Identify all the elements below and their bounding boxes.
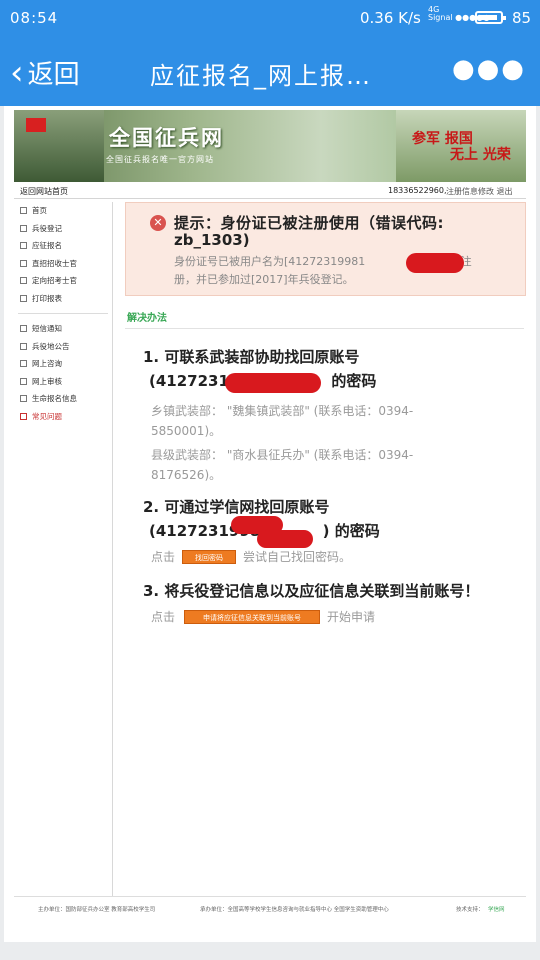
battery-percent: 85 xyxy=(512,9,532,27)
step-3-hint: 开始申请 xyxy=(327,610,376,624)
sidebar-item-consult[interactable]: 网上咨询 xyxy=(14,355,112,373)
solution-heading: 解决办法 xyxy=(125,308,524,329)
form-icon xyxy=(20,259,27,267)
step-2-title: 2. 可通过学信网找回原账号 xyxy=(143,498,330,516)
chevron-left-icon: ‹ xyxy=(10,52,24,93)
battery-icon xyxy=(475,11,506,24)
home-icon xyxy=(20,207,27,215)
form-icon xyxy=(20,277,27,285)
alert-error-code: zb_1303) xyxy=(174,231,250,249)
banner-slogan-glory: 无上 光荣 xyxy=(450,147,511,163)
footer-support-label: 技术支持： xyxy=(456,907,484,913)
site-top-nav: 返回网站首页 18336522960, 注册信息修改 退出 xyxy=(14,182,526,199)
notice-icon xyxy=(20,342,27,350)
form-icon xyxy=(20,224,27,232)
error-alert: ✕ 提示：身份证已被注册使用（错误代码: zb_1303) 身份证号已被用户名为… xyxy=(125,202,526,296)
site-logo: 全国征兵网 xyxy=(109,126,224,150)
form-icon xyxy=(20,242,27,250)
back-button[interactable]: ‹ 返回 xyxy=(10,54,80,91)
sidebar-item-direct-nco[interactable]: 直招招收士官 xyxy=(14,255,112,273)
chat-icon xyxy=(20,360,27,368)
mail-icon xyxy=(20,377,27,385)
step-1-county-phone: 8176526)。 xyxy=(151,468,222,482)
home-link[interactable]: 返回网站首页 xyxy=(20,186,68,197)
sidebar-divider xyxy=(18,313,108,314)
redaction-mark xyxy=(225,373,321,393)
info-icon xyxy=(20,395,27,403)
sidebar-item-registration[interactable]: 兵役登记 xyxy=(14,220,112,238)
account-links[interactable]: 注册信息修改 退出 xyxy=(446,186,513,197)
question-icon xyxy=(20,412,27,420)
link-account-button[interactable]: 申请将应征信息关联到当前账号 xyxy=(184,610,320,624)
error-icon: ✕ xyxy=(150,215,166,231)
net-speed: 0.36 K/s xyxy=(360,9,421,27)
step-3-title: 3. 将兵役登记信息以及应征信息关联到当前账号！ xyxy=(143,582,480,600)
sidebar-item-sms[interactable]: 短信通知 xyxy=(14,320,112,338)
more-dots-icon[interactable]: ●●● xyxy=(452,54,526,84)
printer-icon xyxy=(20,294,27,302)
site-banner: 全国征兵网 全国征兵报名唯一官方网站 参军 报国 无上 光荣 xyxy=(14,110,526,182)
step-2-click-label: 点击 xyxy=(151,550,176,564)
redaction-mark xyxy=(257,530,313,548)
redaction-mark xyxy=(406,253,464,273)
step-3-click-label: 点击 xyxy=(151,610,176,624)
sidebar-item-faq[interactable]: 常见问题 xyxy=(14,408,112,426)
sidebar-item-print[interactable]: 打印报表 xyxy=(14,290,112,308)
app-title-bar: ‹ 返回 应征报名_网上报… ●●● xyxy=(0,36,540,106)
sidebar-item-enlist[interactable]: 应征报名 xyxy=(14,237,112,255)
step-1-township: 乡镇武装部： "魏集镇武装部" (联系电话：0394- xyxy=(151,404,414,418)
sidebar-item-notice[interactable]: 兵役地公告 xyxy=(14,338,112,356)
web-content: 全国征兵网 全国征兵报名唯一官方网站 参军 报国 无上 光荣 返回网站首页 18… xyxy=(4,106,536,942)
step-1-township-phone: 5850001)。 xyxy=(151,424,222,438)
status-bar: 08:54 0.36 K/s 4G Signal ●●●●● 85 xyxy=(0,0,540,36)
footer-undertake: 承办单位：全国高等学校学生信息咨询与就业指导中心 全国学生资助管理中心 xyxy=(200,907,389,913)
recover-password-button[interactable]: 找回密码 xyxy=(182,550,236,564)
sidebar-item-review[interactable]: 网上审核 xyxy=(14,373,112,391)
alert-title: 提示：身份证已被注册使用（错误代码: xyxy=(174,214,445,232)
user-phone: 18336522960, xyxy=(388,186,447,195)
alert-description: 身份证号已被用户名为[41272319981]的账号注 册，并已参加过[2017… xyxy=(174,255,472,286)
page-title: 应征报名_网上报… xyxy=(150,62,372,90)
footer-host: 主办单位：国防部征兵办公室 教育部高校学生司 xyxy=(38,907,156,913)
sidebar-item-home[interactable]: 首页 xyxy=(14,202,112,220)
clock: 08:54 xyxy=(10,9,59,27)
site-footer: 主办单位：国防部征兵办公室 教育部高校学生司 承办单位：全国高等学校学生信息咨询… xyxy=(14,896,526,921)
footer-support-link[interactable]: 学信网 xyxy=(488,905,505,913)
sidebar-item-info[interactable]: 生命报名信息 xyxy=(14,390,112,408)
step-1-title: 1. 可联系武装部协助找回原账号 xyxy=(143,348,360,366)
sidebar-item-targeted-nco[interactable]: 定向招考士官 xyxy=(14,272,112,290)
back-label: 返回 xyxy=(27,60,80,90)
flag-icon xyxy=(26,118,46,132)
site-slogan: 全国征兵报名唯一官方网站 xyxy=(106,155,214,164)
step-1-county: 县级武装部： "商水县征兵办" (联系电话：0394- xyxy=(151,448,414,462)
message-icon xyxy=(20,325,27,333)
step-2-hint: 尝试自己找回密码。 xyxy=(243,550,352,564)
sidebar: 首页 兵役登记 应征报名 直招招收士官 定向招考士官 打印报表 短信通知 兵役地… xyxy=(14,202,113,896)
